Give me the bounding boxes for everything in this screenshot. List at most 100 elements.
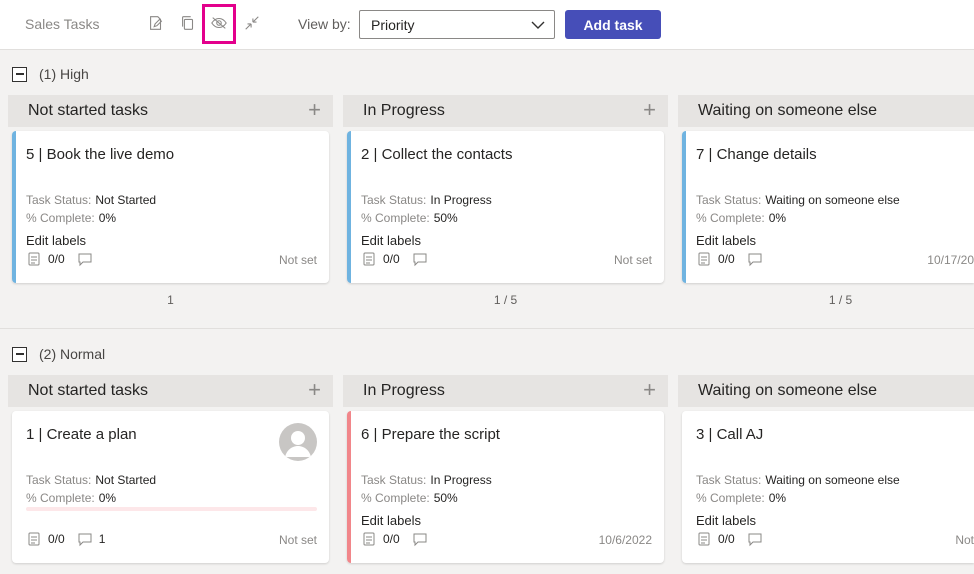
task-complete: % Complete: 0% — [26, 211, 117, 225]
task-card[interactable]: 1 | Create a plan Task Status: Not Starte… — [12, 411, 329, 563]
bucket-title: Waiting on someone else — [698, 102, 878, 119]
bucket-header: In Progress + — [343, 95, 668, 127]
hide-icon-highlight — [202, 4, 236, 44]
checklist-icon — [698, 252, 710, 266]
comment-icon — [413, 253, 427, 267]
group-divider — [0, 328, 974, 329]
checklist-icon — [363, 252, 375, 266]
edit-labels-link[interactable]: Edit labels — [696, 233, 756, 248]
group-header-high[interactable]: (1) High — [12, 65, 89, 83]
due-date: Not — [955, 533, 974, 547]
card-footer: 0/0 — [361, 531, 434, 547]
add-icon[interactable]: + — [643, 379, 656, 401]
comment-icon — [78, 533, 92, 547]
edit-icon[interactable] — [145, 12, 167, 34]
bucket-column: Not started tasks + 5 | Book the live de… — [8, 95, 333, 313]
bucket-column: In Progress + 2 | Collect the contacts T… — [343, 95, 668, 313]
task-card[interactable]: 3 | Call AJ Task Status: Waiting on someo… — [682, 411, 974, 563]
bucket-column: Waiting on someone else 7 | Change detai… — [678, 95, 974, 313]
checklist-icon — [28, 252, 40, 266]
bucket-title: Waiting on someone else — [698, 382, 878, 399]
card-color-stripe — [682, 131, 686, 283]
task-status: Task Status: In Progress — [361, 193, 492, 207]
task-complete: % Complete: 0% — [696, 211, 787, 225]
task-card[interactable]: 6 | Prepare the script Task Status: In Pr… — [347, 411, 664, 563]
due-date: Not set — [613, 253, 652, 267]
task-title: 1 | Create a plan — [26, 426, 137, 443]
bucket-header: Not started tasks + — [8, 95, 333, 127]
edit-labels-link[interactable]: Edit labels — [361, 233, 421, 248]
card-color-stripe — [347, 411, 351, 563]
app-title: Sales Tasks — [25, 16, 100, 32]
due-date: 10/17/20 — [927, 253, 974, 267]
bucket-footer-count: 1 / 5 — [828, 293, 853, 307]
task-status: Task Status: Not Started — [26, 473, 157, 487]
bucket-title: Not started tasks — [28, 102, 149, 119]
progress-bar — [26, 507, 317, 511]
bucket-title: In Progress — [363, 102, 445, 119]
checklist-count: 0/0 — [48, 252, 65, 266]
bucket-title: Not started tasks — [28, 382, 149, 399]
task-status: Task Status: In Progress — [361, 473, 492, 487]
task-status: Task Status: Waiting on someone else — [696, 473, 900, 487]
bucket-column: Waiting on someone else 3 | Call AJ Task… — [678, 375, 974, 567]
group-name: (1) High — [39, 66, 89, 82]
comment-icon — [78, 253, 92, 267]
bucket-header: Not started tasks + — [8, 375, 333, 407]
add-task-button[interactable]: Add task — [565, 10, 661, 39]
task-complete: % Complete: 0% — [696, 491, 787, 505]
edit-labels-link[interactable]: Edit labels — [696, 513, 756, 528]
bucket-column: In Progress + 6 | Prepare the script Tas… — [343, 375, 668, 567]
bucket-header: Waiting on someone else — [678, 95, 974, 127]
checklist-count: 0/0 — [383, 252, 400, 266]
task-title: 5 | Book the live demo — [26, 146, 175, 163]
task-card[interactable]: 2 | Collect the contacts Task Status: In … — [347, 131, 664, 283]
task-status: Task Status: Not Started — [26, 193, 157, 207]
edit-labels-link[interactable]: Edit labels — [26, 233, 86, 248]
card-footer: 0/0 — [26, 251, 99, 267]
bucket-title: In Progress — [363, 382, 445, 399]
group-header-normal[interactable]: (2) Normal — [12, 345, 105, 363]
due-date: 10/6/2022 — [598, 533, 652, 547]
person-icon — [285, 431, 311, 457]
comment-count: 1 — [98, 532, 106, 546]
comment-icon — [748, 253, 762, 267]
viewby-value: Priority — [371, 17, 415, 33]
add-icon[interactable]: + — [643, 99, 656, 121]
task-complete: % Complete: 50% — [361, 491, 458, 505]
card-color-stripe — [347, 131, 351, 283]
checklist-icon — [698, 532, 710, 546]
bucket-footer-count: 1 / 5 — [493, 293, 518, 307]
card-footer: 0/0 — [361, 251, 434, 267]
checklist-count: 0/0 — [718, 532, 735, 546]
card-footer: 0/0 1 — [26, 531, 105, 547]
due-date: Not set — [278, 533, 317, 547]
task-title: 6 | Prepare the script — [361, 426, 500, 443]
task-card[interactable]: 5 | Book the live demo Task Status: Not S… — [12, 131, 329, 283]
assignee-avatar[interactable] — [279, 423, 317, 461]
bucket-header: Waiting on someone else — [678, 375, 974, 407]
task-complete: % Complete: 0% — [26, 491, 117, 505]
collapse-toggle-icon[interactable] — [12, 66, 27, 82]
group-name: (2) Normal — [39, 346, 106, 362]
checklist-icon — [28, 532, 40, 546]
checklist-count: 0/0 — [383, 532, 400, 546]
add-icon[interactable]: + — [308, 379, 321, 401]
edit-labels-link[interactable]: Edit labels — [361, 513, 421, 528]
task-card[interactable]: 7 | Change details Task Status: Waiting o… — [682, 131, 974, 283]
viewby-select[interactable]: Priority — [359, 10, 555, 39]
checklist-icon — [363, 532, 375, 546]
copy-icon[interactable] — [177, 12, 199, 34]
collapse-toggle-icon[interactable] — [12, 346, 27, 362]
card-color-stripe — [12, 131, 16, 283]
task-complete: % Complete: 50% — [361, 211, 458, 225]
task-status: Task Status: Waiting on someone else — [696, 193, 900, 207]
due-date: Not set — [278, 253, 317, 267]
chevron-down-icon — [531, 21, 545, 29]
viewby-label: View by: — [298, 16, 351, 32]
card-footer: 0/0 — [696, 531, 769, 547]
add-icon[interactable]: + — [308, 99, 321, 121]
comment-icon — [413, 533, 427, 547]
collapse-icon[interactable] — [241, 12, 263, 34]
toolbar: Sales Tasks View by: Priority Add task — [0, 0, 974, 50]
